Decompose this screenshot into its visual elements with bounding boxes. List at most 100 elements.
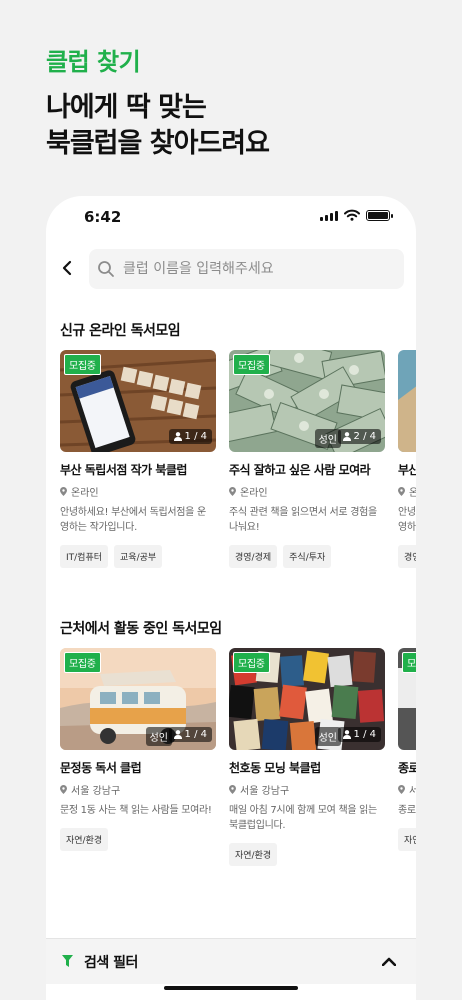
recruiting-badge: 모집중 — [233, 652, 270, 673]
member-count: 1 / 4 — [353, 729, 376, 740]
wifi-icon — [344, 209, 360, 221]
club-description-line: 북클럽입니다. — [229, 820, 286, 831]
club-description-line: 문정 1동 사는 책 읽는 사람들 모여라! — [60, 805, 212, 816]
club-title: 문정동 독서 클럽 — [60, 761, 142, 775]
club-thumbnail: 모집중 성인 1 / 4 — [229, 648, 385, 750]
category-tag[interactable]: 주식/투자 — [283, 545, 332, 568]
phone-screen: 6:42 신규 온라인 독서모임 — [46, 196, 416, 1000]
club-location-text: 서울 강남구 — [71, 786, 121, 797]
pin-icon — [229, 487, 236, 496]
club-card[interactable]: 모 종로 서 종로 자연 — [398, 648, 416, 851]
club-card[interactable]: 모집중 1 / 4 부산 독립서점 작가 북클럽 온라인 안녕하세요! 부산에서… — [60, 350, 216, 568]
club-description: 매일 아침 7시에 함께 모여 책을 읽는 북클럽입니다. — [229, 803, 385, 833]
section-title-new-online: 신규 온라인 독서모임 — [60, 323, 181, 339]
category-tag[interactable]: IT/컴퓨터 — [60, 545, 109, 568]
club-description-line: 영하 — [398, 522, 416, 533]
club-location-text: 온 — [409, 488, 416, 499]
club-thumbnail: 모집중 성인 2 / 4 — [229, 350, 385, 452]
person-icon — [173, 730, 182, 739]
status-time: 6:42 — [84, 208, 122, 226]
club-card[interactable]: 모집중 성인 1 / 4 문정동 독서 클럽 서울 강남구 문정 1동 사는 책… — [60, 648, 216, 851]
club-location: 서 — [398, 782, 416, 797]
club-title: 부산 — [398, 463, 416, 477]
section-title-nearby: 근처에서 활동 중인 독서모임 — [60, 621, 222, 637]
club-description-line: 주식 관련 책을 읽으면서 서로 경험을 — [229, 507, 377, 518]
category-tag[interactable]: 자연 — [398, 828, 416, 851]
club-description-line: 매일 아침 7시에 함께 모여 책을 읽는 — [229, 805, 377, 816]
category-tag[interactable]: 경영 — [398, 545, 416, 568]
promo-eyebrow: 클럽 찾기 — [46, 48, 141, 76]
club-location-text: 온라인 — [71, 488, 99, 499]
club-description-line: 안녕하세요! 부산에서 독립서점을 운 — [60, 507, 206, 518]
pin-icon — [398, 487, 405, 496]
member-count: 1 / 4 — [184, 729, 207, 740]
card-row-new-online: 모집중 1 / 4 부산 독립서점 작가 북클럽 온라인 안녕하세요! 부산에서… — [60, 350, 416, 580]
club-card[interactable]: 모집중 성인 1 / 4 천호동 모닝 북클럽 서울 강남구 매일 아침 7시에… — [229, 648, 385, 866]
back-button[interactable] — [58, 256, 76, 280]
club-card[interactable]: 부산 온 안녕 영하 경영 — [398, 350, 416, 568]
category-tag[interactable]: 교육/공부 — [114, 545, 163, 568]
club-title: 종로 — [398, 761, 416, 775]
club-description-line: 나눠요! — [229, 522, 260, 533]
club-description-line: 영하는 작가입니다. — [60, 522, 137, 533]
club-location: 온라인 — [60, 484, 216, 499]
signal-icon — [320, 210, 338, 221]
club-title: 천호동 모닝 북클럽 — [229, 761, 321, 775]
search-input[interactable] — [123, 261, 383, 277]
member-count-badge: 1 / 4 — [168, 429, 212, 444]
funnel-icon — [62, 955, 73, 967]
person-icon — [173, 432, 182, 441]
club-location-text: 온라인 — [240, 488, 268, 499]
club-description-line: 안녕 — [398, 507, 416, 518]
card-row-nearby: 모집중 성인 1 / 4 문정동 독서 클럽 서울 강남구 문정 1동 사는 책… — [60, 648, 416, 878]
category-tag[interactable]: 자연/환경 — [60, 828, 109, 851]
club-card[interactable]: 모집중 성인 2 / 4 주식 잘하고 싶은 사람 모여라 온라인 주식 관련 … — [229, 350, 385, 568]
club-description: 안녕 영하 — [398, 505, 416, 535]
member-count-badge: 1 / 4 — [337, 727, 381, 742]
club-thumbnail: 모 — [398, 648, 416, 750]
person-icon — [342, 432, 351, 441]
category-tag[interactable]: 자연/환경 — [229, 843, 278, 866]
club-location: 온 — [398, 484, 416, 499]
recruiting-badge: 모집중 — [64, 354, 101, 375]
club-thumbnail: 모집중 성인 1 / 4 — [60, 648, 216, 750]
recruiting-badge: 모집중 — [64, 652, 101, 673]
pin-icon — [60, 487, 67, 496]
club-description: 문정 1동 사는 책 읽는 사람들 모여라! — [60, 803, 216, 818]
club-description: 종로 — [398, 803, 416, 818]
pin-icon — [398, 785, 405, 794]
member-count-badge: 1 / 4 — [168, 727, 212, 742]
club-location: 서울 강남구 — [229, 782, 385, 797]
member-count-badge: 2 / 4 — [337, 429, 381, 444]
club-location-text: 서울 강남구 — [240, 786, 290, 797]
club-location: 서울 강남구 — [60, 782, 216, 797]
promo-headline: 나에게 딱 맞는 북클럽을 찾아드려요 — [46, 90, 270, 162]
promo-headline-line2: 북클럽을 찾아드려요 — [46, 128, 270, 159]
club-location: 온라인 — [229, 484, 385, 499]
club-description: 안녕하세요! 부산에서 독립서점을 운 영하는 작가입니다. — [60, 505, 216, 535]
club-thumbnail: 모집중 1 / 4 — [60, 350, 216, 452]
pin-icon — [60, 785, 67, 794]
member-count: 1 / 4 — [184, 431, 207, 442]
home-indicator[interactable] — [164, 986, 298, 990]
club-title: 주식 잘하고 싶은 사람 모여라 — [229, 463, 371, 477]
person-icon — [342, 730, 351, 739]
search-filter-bar[interactable]: 검색 필터 — [46, 938, 416, 984]
pin-icon — [229, 785, 236, 794]
recruiting-badge: 모집중 — [233, 354, 270, 375]
chevron-up-icon[interactable] — [382, 957, 396, 966]
club-description: 주식 관련 책을 읽으면서 서로 경험을 나눠요! — [229, 505, 385, 535]
club-thumbnail — [398, 350, 416, 452]
status-bar: 6:42 — [46, 196, 416, 240]
search-icon — [98, 261, 114, 277]
search-filter-label: 검색 필터 — [84, 955, 138, 971]
promo-headline-line1: 나에게 딱 맞는 — [46, 92, 207, 123]
member-count: 2 / 4 — [353, 431, 376, 442]
category-tag[interactable]: 경영/경제 — [229, 545, 278, 568]
search-bar[interactable] — [89, 249, 404, 289]
battery-icon — [366, 209, 393, 221]
back-arrow-icon — [62, 260, 72, 276]
recruiting-badge: 모 — [402, 652, 416, 673]
club-title: 부산 독립서점 작가 북클럽 — [60, 463, 187, 477]
club-location-text: 서 — [409, 786, 416, 797]
